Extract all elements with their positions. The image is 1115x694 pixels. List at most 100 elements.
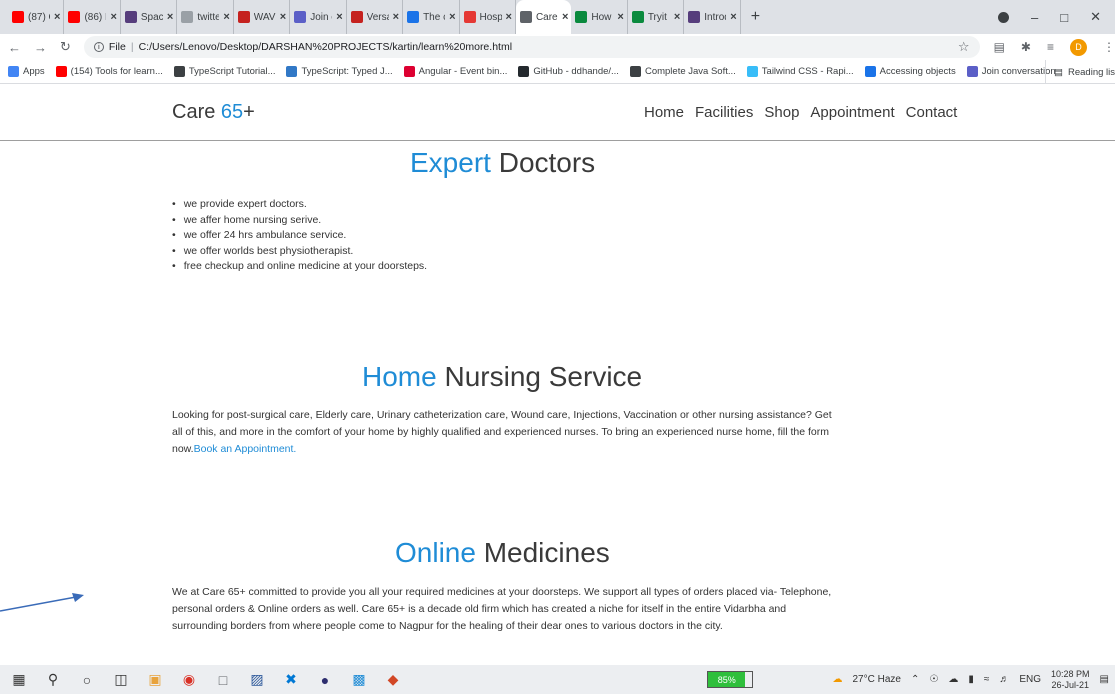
bookmark-item[interactable]: TypeScript Tutorial... <box>173 66 275 77</box>
reload-icon[interactable]: ↻ <box>60 39 71 55</box>
tab-title: twitter <box>197 11 220 23</box>
tab-search-icon[interactable] <box>998 11 1009 23</box>
browser-tab[interactable]: (87) C × <box>8 0 65 34</box>
tab-close-icon[interactable]: × <box>393 11 399 23</box>
tray-chevron-icon[interactable]: ⌃ <box>911 674 919 685</box>
nav-facilities[interactable]: Facilities <box>695 104 753 121</box>
browser-tab[interactable]: Hospi × <box>460 0 516 34</box>
reading-list-button[interactable]: ▤ Reading lis <box>1045 60 1115 84</box>
app-icon[interactable]: ● <box>316 671 334 689</box>
browser-tab[interactable]: (86) H × <box>64 0 121 34</box>
vscode-icon[interactable]: ✖ <box>282 671 300 689</box>
bookmark-item[interactable]: Complete Java Soft... <box>629 66 736 77</box>
back-icon[interactable]: ← <box>8 40 21 55</box>
tab-close-icon[interactable]: × <box>562 11 568 23</box>
browser-tab[interactable]: The co × <box>403 0 460 34</box>
tab-title: Tryit E <box>647 11 670 23</box>
bookmark-favicon-icon <box>518 66 530 77</box>
bookmark-item[interactable]: TypeScript: Typed J... <box>286 66 393 77</box>
nav-shop[interactable]: Shop <box>764 104 799 121</box>
language-indicator[interactable]: ENG <box>1019 674 1041 685</box>
notifications-icon[interactable]: ▤ <box>1100 674 1109 685</box>
cortana-icon[interactable]: ○ <box>78 671 96 689</box>
browser-tab[interactable]: Tryit E × <box>628 0 685 34</box>
battery-fill: 85% <box>708 672 746 687</box>
tab-close-icon[interactable]: × <box>110 11 116 23</box>
nav-contact[interactable]: Contact <box>906 104 958 121</box>
teams-icon[interactable]: ▨ <box>248 671 266 689</box>
file-explorer-icon[interactable]: ▣ <box>146 671 164 689</box>
tab-close-icon[interactable]: × <box>506 11 512 23</box>
minimize-icon[interactable]: – <box>1031 10 1038 25</box>
nav-appointment[interactable]: Appointment <box>810 104 894 121</box>
clock[interactable]: 10:28 PM 26-Jul-21 <box>1051 669 1090 691</box>
bookmark-item[interactable]: (154) Tools for learn... <box>55 66 163 77</box>
maximize-icon[interactable]: □ <box>1060 10 1068 25</box>
bookmark-item[interactable]: GitHub - ddhande/... <box>518 66 619 77</box>
bookmark-favicon-icon <box>629 66 641 77</box>
tab-close-icon[interactable]: × <box>54 11 60 23</box>
network-icon[interactable]: ☉ <box>929 674 938 685</box>
tab-close-icon[interactable]: × <box>336 11 342 23</box>
chrome-icon[interactable]: ◉ <box>180 671 198 689</box>
bookmark-star-icon[interactable]: ☆ <box>958 39 970 55</box>
brand-prefix: Care <box>172 101 221 123</box>
tab-close-icon[interactable]: × <box>617 11 623 23</box>
tab-title: (87) C <box>28 11 50 23</box>
online-medicines-heading: Online Medicines <box>395 537 610 569</box>
home-nursing-text: Looking for post-surgical care, Elderly … <box>172 407 840 458</box>
powerpoint-icon[interactable]: ◆ <box>384 671 402 689</box>
windows-start-icon[interactable]: ▦ <box>10 671 28 689</box>
heading-highlight: Online <box>395 537 476 568</box>
volume-icon[interactable]: ♬ <box>999 674 1009 685</box>
bookmark-label: Complete Java Soft... <box>644 66 736 77</box>
browser-tab[interactable]: Spacin × <box>121 0 178 34</box>
tab-close-icon[interactable]: × <box>280 11 286 23</box>
browser-tab[interactable]: Join co × <box>290 0 347 34</box>
profile-avatar[interactable]: D <box>1070 38 1087 56</box>
tab-favicon-icon <box>68 11 81 23</box>
bookmark-item[interactable]: Accessing objects <box>864 66 956 77</box>
tab-close-icon[interactable]: × <box>674 11 680 23</box>
browser-tab[interactable]: WAVE × <box>234 0 291 34</box>
bookmark-item[interactable]: Angular - Event bin... <box>403 66 508 77</box>
browser-tab[interactable]: Versari × <box>347 0 404 34</box>
tab-favicon-icon <box>519 11 532 23</box>
tab-close-icon[interactable]: × <box>449 11 455 23</box>
extensions-puzzle-icon[interactable]: ✱ <box>1021 40 1031 54</box>
task-view-icon[interactable]: ◫ <box>112 671 130 689</box>
bookmark-favicon-icon <box>966 66 978 77</box>
book-appointment-link[interactable]: Book an Appointment. <box>194 443 297 455</box>
url-input[interactable]: i File | C:/Users/Lenovo/Desktop/DARSHAN… <box>83 36 980 58</box>
search-icon[interactable]: ⚲ <box>44 671 62 689</box>
tab-close-icon[interactable]: × <box>730 11 736 23</box>
bookmark-label: Angular - Event bin... <box>418 66 508 77</box>
tab-favicon-icon <box>575 11 588 23</box>
forward-icon[interactable]: → <box>34 40 47 55</box>
bookmark-favicon-icon <box>286 66 298 77</box>
battery-icon[interactable]: ▮ <box>968 674 974 685</box>
browser-menu-icon[interactable]: ⋮ <box>1103 40 1115 54</box>
site-logo[interactable]: Care 65+ <box>172 101 255 124</box>
browser-tab[interactable]: How T × <box>571 0 628 34</box>
wifi-icon[interactable]: ≈ <box>984 674 990 685</box>
document-icon[interactable]: □ <box>214 671 232 689</box>
weather-text[interactable]: 27°C Haze <box>853 674 901 685</box>
site-info-icon[interactable]: i <box>93 42 104 52</box>
bookmark-item[interactable]: Tailwind CSS - Rapi... <box>746 66 854 77</box>
onedrive-icon[interactable]: ☁ <box>948 674 958 685</box>
browser-tab[interactable]: Introd × <box>684 0 741 34</box>
browser-tab[interactable]: twitter× <box>177 0 234 34</box>
photos-icon[interactable]: ▩ <box>350 671 368 689</box>
bookmark-item[interactable]: Apps <box>8 66 45 77</box>
close-icon[interactable]: ✕ <box>1090 9 1101 25</box>
tab-close-icon[interactable]: × <box>223 11 229 23</box>
browser-tab[interactable]: Care 6 × <box>515 0 572 34</box>
bookmark-item[interactable]: Join conversation <box>966 66 1056 77</box>
expert-doctors-list: we provide expert doctors. we affer home… <box>172 197 427 275</box>
tab-close-icon[interactable]: × <box>167 11 173 23</box>
nav-home[interactable]: Home <box>644 104 684 121</box>
new-tab-button[interactable]: + <box>751 8 760 26</box>
reading-mode-icon[interactable]: ≡ <box>1047 40 1054 54</box>
extension-icon[interactable]: ▤ <box>994 40 1005 54</box>
